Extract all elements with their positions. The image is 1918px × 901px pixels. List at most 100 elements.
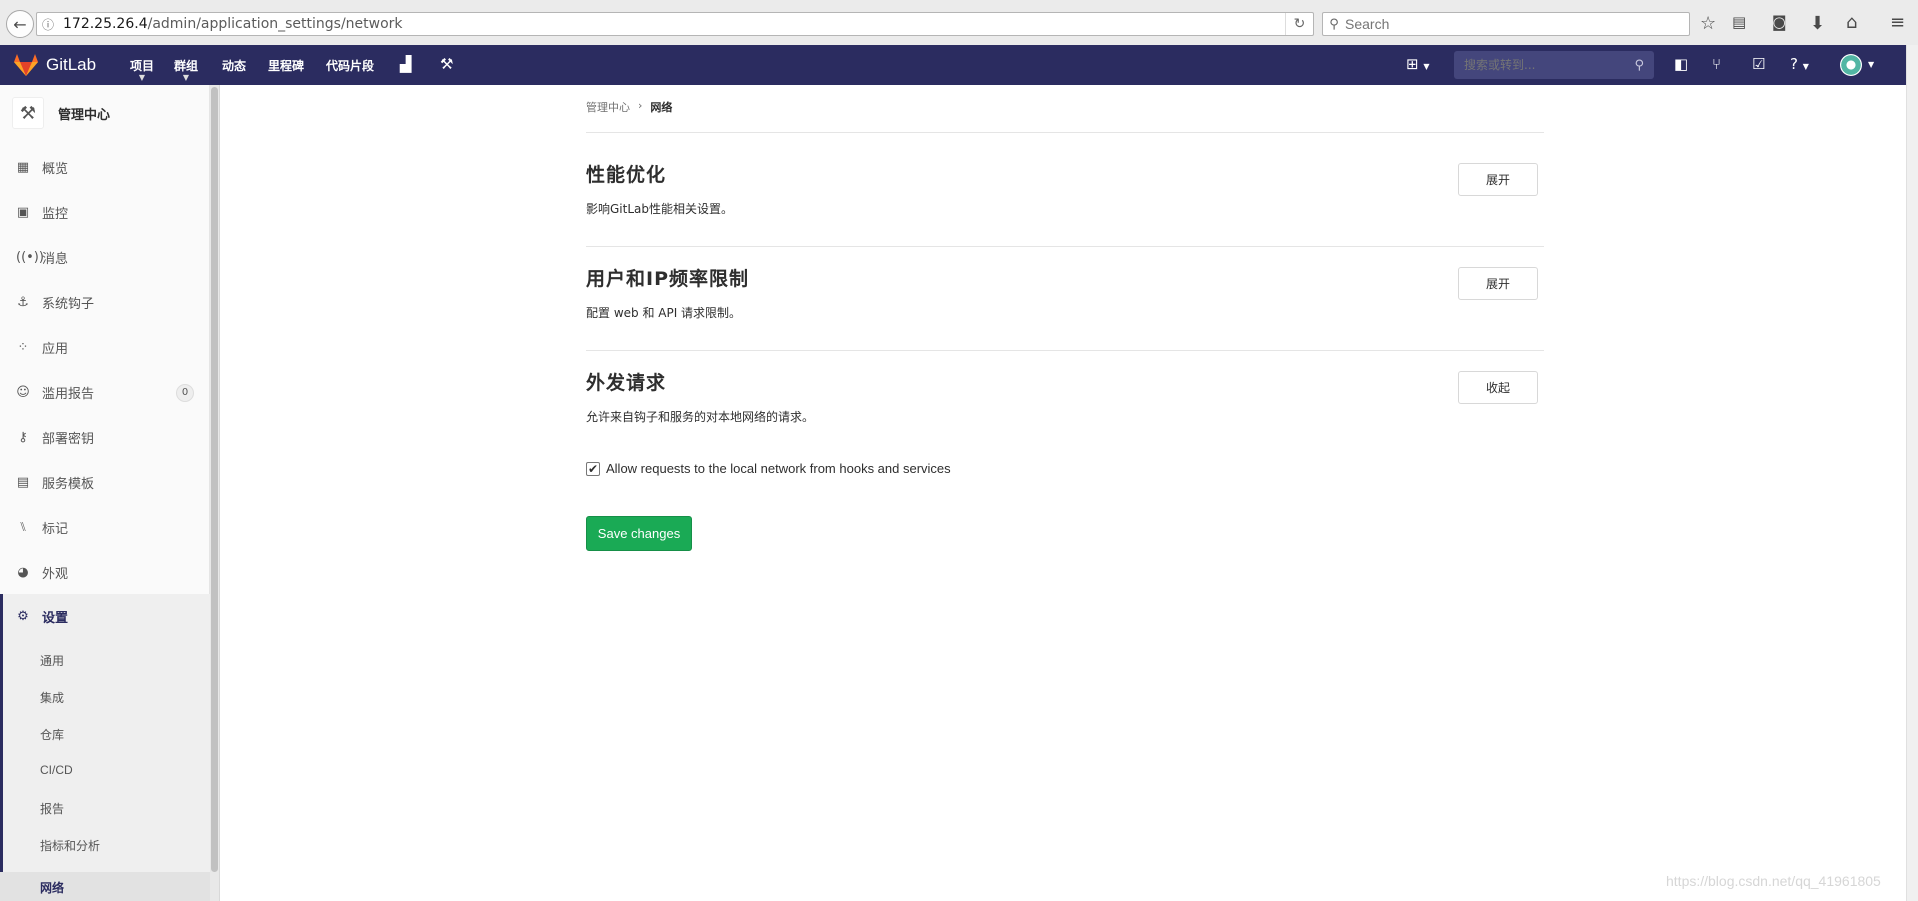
nav-activity[interactable]: 动态 <box>222 57 246 74</box>
chart-icon[interactable]: ▟ <box>400 55 412 73</box>
scrollbar-thumb[interactable] <box>211 87 218 872</box>
pocket-icon[interactable]: ◙ <box>1772 13 1787 31</box>
arrow-left-icon: ← <box>13 14 27 34</box>
sidebar-sub-metrics[interactable]: 指标和分析 <box>40 837 100 854</box>
nav-milestones-label: 里程碑 <box>268 59 305 73</box>
sidebar-scrollbar[interactable] <box>210 85 220 901</box>
help-icon[interactable]: ? ▼ <box>1790 55 1809 73</box>
sidebar-item-system-hooks[interactable]: ⚓ 系统钩子 <box>0 280 210 324</box>
expand-button-performance[interactable]: 展开 <box>1458 163 1538 196</box>
sidebar-item-applications[interactable]: ⁘ 应用 <box>0 325 210 369</box>
save-changes-button[interactable]: Save changes <box>586 516 692 551</box>
issues-icon[interactable]: ◧ <box>1674 55 1688 73</box>
browser-toolbar: ← ⓘ 172.25.26.4/admin/application_settin… <box>0 0 1918 48</box>
address-bar[interactable]: ⓘ 172.25.26.4/admin/application_settings… <box>36 12 1314 36</box>
wrench-icon: ⚒ <box>12 97 44 129</box>
bookmark-star-icon[interactable]: ☆ <box>1700 13 1716 34</box>
sidebar-item-label: 滥用报告 <box>42 386 95 402</box>
gitlab-fox-icon <box>14 54 38 76</box>
sidebar-item-label: 消息 <box>42 251 69 267</box>
nav-search-input[interactable] <box>1464 58 1635 72</box>
checkbox-label: Allow requests to the local network from… <box>606 461 951 476</box>
face-icon: ☺ <box>16 384 30 400</box>
sidebar-item-label: 部署密钥 <box>42 431 95 447</box>
plus-square-icon[interactable]: ⊞ ▼ <box>1406 55 1430 73</box>
info-icon[interactable]: ⓘ <box>37 16 59 33</box>
chevron-down-icon: ▼ <box>182 73 190 82</box>
allow-local-requests-checkbox[interactable]: ✔ Allow requests to the local network fr… <box>586 461 951 476</box>
sidebar-title: 管理中心 <box>58 107 111 123</box>
nav-projects-label: 项目 <box>130 59 155 73</box>
section-title-performance: 性能优化 <box>586 164 667 186</box>
sidebar-sub-reporting[interactable]: 报告 <box>40 800 64 817</box>
sidebar-item-label: 监控 <box>42 206 69 222</box>
sidebar-item-label: 应用 <box>42 341 69 357</box>
sidebar-item-appearance[interactable]: ◕ 外观 <box>0 550 210 594</box>
sidebar-header[interactable]: ⚒ 管理中心 <box>12 97 110 129</box>
sidebar-item-label: 设置 <box>42 610 69 626</box>
checkbox-checked-icon[interactable]: ✔ <box>586 461 600 476</box>
url-text[interactable]: 172.25.26.4/admin/application_settings/n… <box>59 16 1285 32</box>
download-icon[interactable]: ⬇ <box>1810 13 1825 34</box>
merge-request-icon[interactable]: ⑂ <box>1712 55 1721 73</box>
search-icon: ⚲ <box>1329 16 1339 32</box>
todo-icon[interactable]: ☑ <box>1752 55 1765 73</box>
browser-search[interactable]: ⚲ <box>1322 12 1690 36</box>
divider <box>586 350 1544 351</box>
sidebar-item-label: 系统钩子 <box>42 296 95 312</box>
nav-groups[interactable]: 群组 ▼ <box>174 57 199 82</box>
breadcrumb: 管理中心 › 网络 <box>586 99 672 115</box>
sidebar-item-label: 服务模板 <box>42 476 95 492</box>
nav-projects[interactable]: 项目 ▼ <box>130 57 155 82</box>
apps-icon: ⁘ <box>17 339 29 355</box>
sidebar-sub-general[interactable]: 通用 <box>40 652 64 669</box>
nav-milestones[interactable]: 里程碑 <box>268 57 304 74</box>
nav-snippets[interactable]: 代码片段 <box>326 57 374 74</box>
gitlab-logo[interactable]: GitLab <box>14 54 96 76</box>
menu-icon[interactable]: ≡ <box>1890 12 1905 33</box>
sidebar-item-label: 标记 <box>42 521 69 537</box>
sidebar-sub-integrations[interactable]: 集成 <box>40 689 64 706</box>
labels-icon: ⑊ <box>19 519 27 535</box>
breadcrumb-parent[interactable]: 管理中心 <box>586 99 630 115</box>
sidebar-item-deploy-keys[interactable]: ⚷ 部署密钥 <box>0 415 210 459</box>
sidebar-item-abuse-reports[interactable]: ☺ 滥用报告 0 <box>0 370 210 414</box>
brand-name: GitLab <box>46 55 97 74</box>
sidebar-sub-network[interactable]: 网络 <box>40 879 64 896</box>
sidebar-item-settings[interactable]: ⚙ 设置 <box>0 594 210 638</box>
url-host: 172.25.26.4 <box>63 16 148 32</box>
monitor-icon: ▣ <box>16 204 30 220</box>
nav-search-box[interactable]: ⚲ <box>1454 51 1654 79</box>
reading-list-icon[interactable]: ▤ <box>1732 13 1746 31</box>
user-avatar[interactable] <box>1840 54 1862 76</box>
wrench-icon[interactable]: ⚒ <box>440 55 453 73</box>
palette-icon: ◕ <box>17 564 29 580</box>
sidebar-item-messages[interactable]: ((•)) 消息 <box>0 235 210 279</box>
nav-snippets-label: 代码片段 <box>326 59 375 73</box>
reload-icon[interactable]: ↻ <box>1285 13 1313 35</box>
collapse-button-outbound[interactable]: 收起 <box>1458 371 1538 404</box>
expand-button-rate-limits[interactable]: 展开 <box>1458 267 1538 300</box>
divider <box>586 246 1544 247</box>
sidebar-item-labels[interactable]: ⑊ 标记 <box>0 505 210 549</box>
sidebar-item-monitoring[interactable]: ▣ 监控 <box>0 190 210 234</box>
page-scrollbar[interactable] <box>1906 45 1918 901</box>
url-path: /admin/application_settings/network <box>147 16 403 32</box>
gitlab-navbar: GitLab 项目 ▼ 群组 ▼ 动态 里程碑 代码片段 ▟ ⚒ ⊞ ▼ ⚲ ◧… <box>0 45 1906 85</box>
sidebar-sub-cicd[interactable]: CI/CD <box>40 763 73 777</box>
chevron-down-icon[interactable]: ▼ <box>1868 60 1874 69</box>
sidebar-item-service-templates[interactable]: ▤ 服务模板 <box>0 460 210 504</box>
browser-search-input[interactable] <box>1345 16 1689 32</box>
nav-groups-label: 群组 <box>174 59 199 73</box>
sidebar-sub-repository[interactable]: 仓库 <box>40 726 64 743</box>
section-desc-rate-limits: 配置 web 和 API 请求限制。 <box>586 306 742 320</box>
section-title-rate-limits: 用户和IP频率限制 <box>586 268 749 290</box>
sidebar-settings-group: ⚙ 设置 通用 集成 仓库 CI/CD 报告 指标和分析 网络 <box>0 594 210 901</box>
search-icon: ⚲ <box>1634 57 1644 73</box>
back-button[interactable]: ← <box>6 10 34 38</box>
gear-icon: ⚙ <box>17 608 29 624</box>
home-icon[interactable]: ⌂ <box>1846 12 1857 33</box>
sidebar-item-overview[interactable]: ▦ 概览 <box>0 145 210 189</box>
breadcrumb-separator: › <box>638 99 643 112</box>
hook-icon: ⚓ <box>17 294 29 310</box>
